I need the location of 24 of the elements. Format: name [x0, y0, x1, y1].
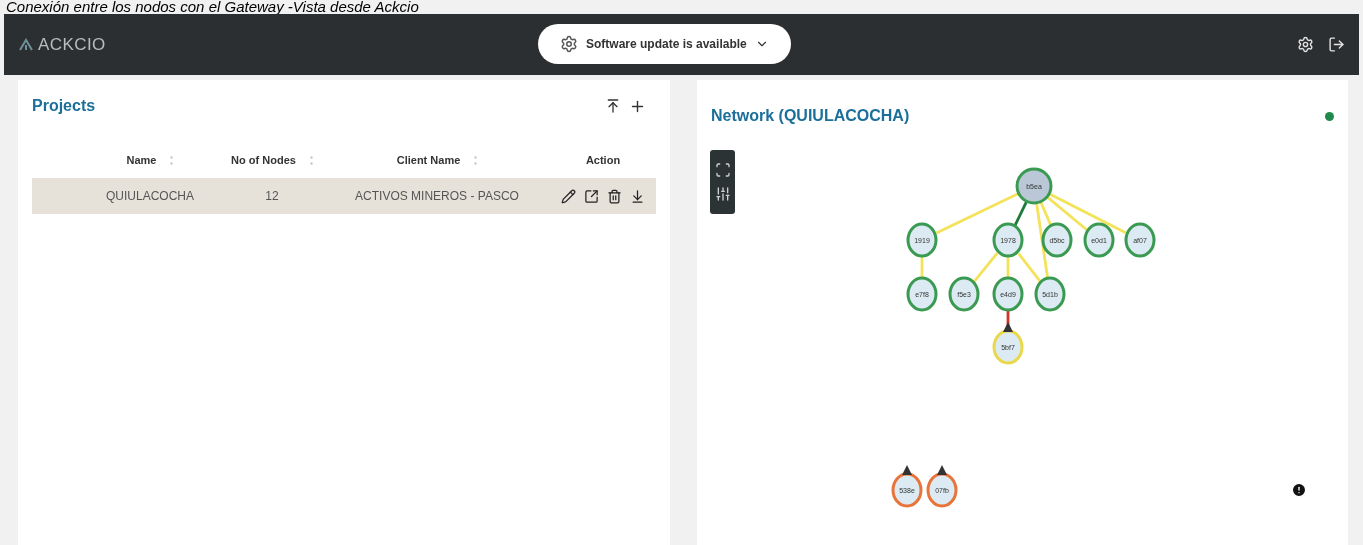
update-button[interactable]: Software update is available — [538, 24, 791, 65]
table-cell-text: ACTIVOS MINEROS - PASCO — [354, 188, 520, 205]
logo-icon — [18, 36, 34, 53]
panel-title: Network (QUIULACOCHA) — [711, 106, 910, 126]
gear-icon — [560, 35, 578, 54]
upload-icon[interactable] — [605, 98, 621, 114]
column-header: Name — [126, 152, 157, 168]
column-header: Action — [585, 152, 621, 168]
delete-icon[interactable] — [607, 188, 622, 204]
edit-icon[interactable] — [561, 188, 576, 204]
settings-icon[interactable] — [1297, 35, 1314, 53]
logout-icon[interactable] — [1328, 35, 1345, 53]
sliders-icon[interactable] — [714, 186, 731, 202]
open-icon[interactable] — [584, 188, 599, 204]
column-header: No of Nodes — [231, 152, 296, 168]
fullscreen-icon[interactable] — [714, 162, 731, 178]
logo-text: ACKCIO — [38, 33, 106, 56]
column-header: Client Name — [396, 152, 461, 168]
table-row[interactable]: QUIULACOCHA 12 ACTIVOS MINEROS - PASCO — [32, 178, 656, 214]
table-cell-text: 12 — [264, 188, 280, 205]
panel-title: Projects — [32, 96, 96, 116]
alert-icon[interactable] — [1291, 482, 1307, 498]
download-icon[interactable] — [630, 188, 645, 204]
table-cell-text: QUIULACOCHA — [105, 188, 195, 205]
